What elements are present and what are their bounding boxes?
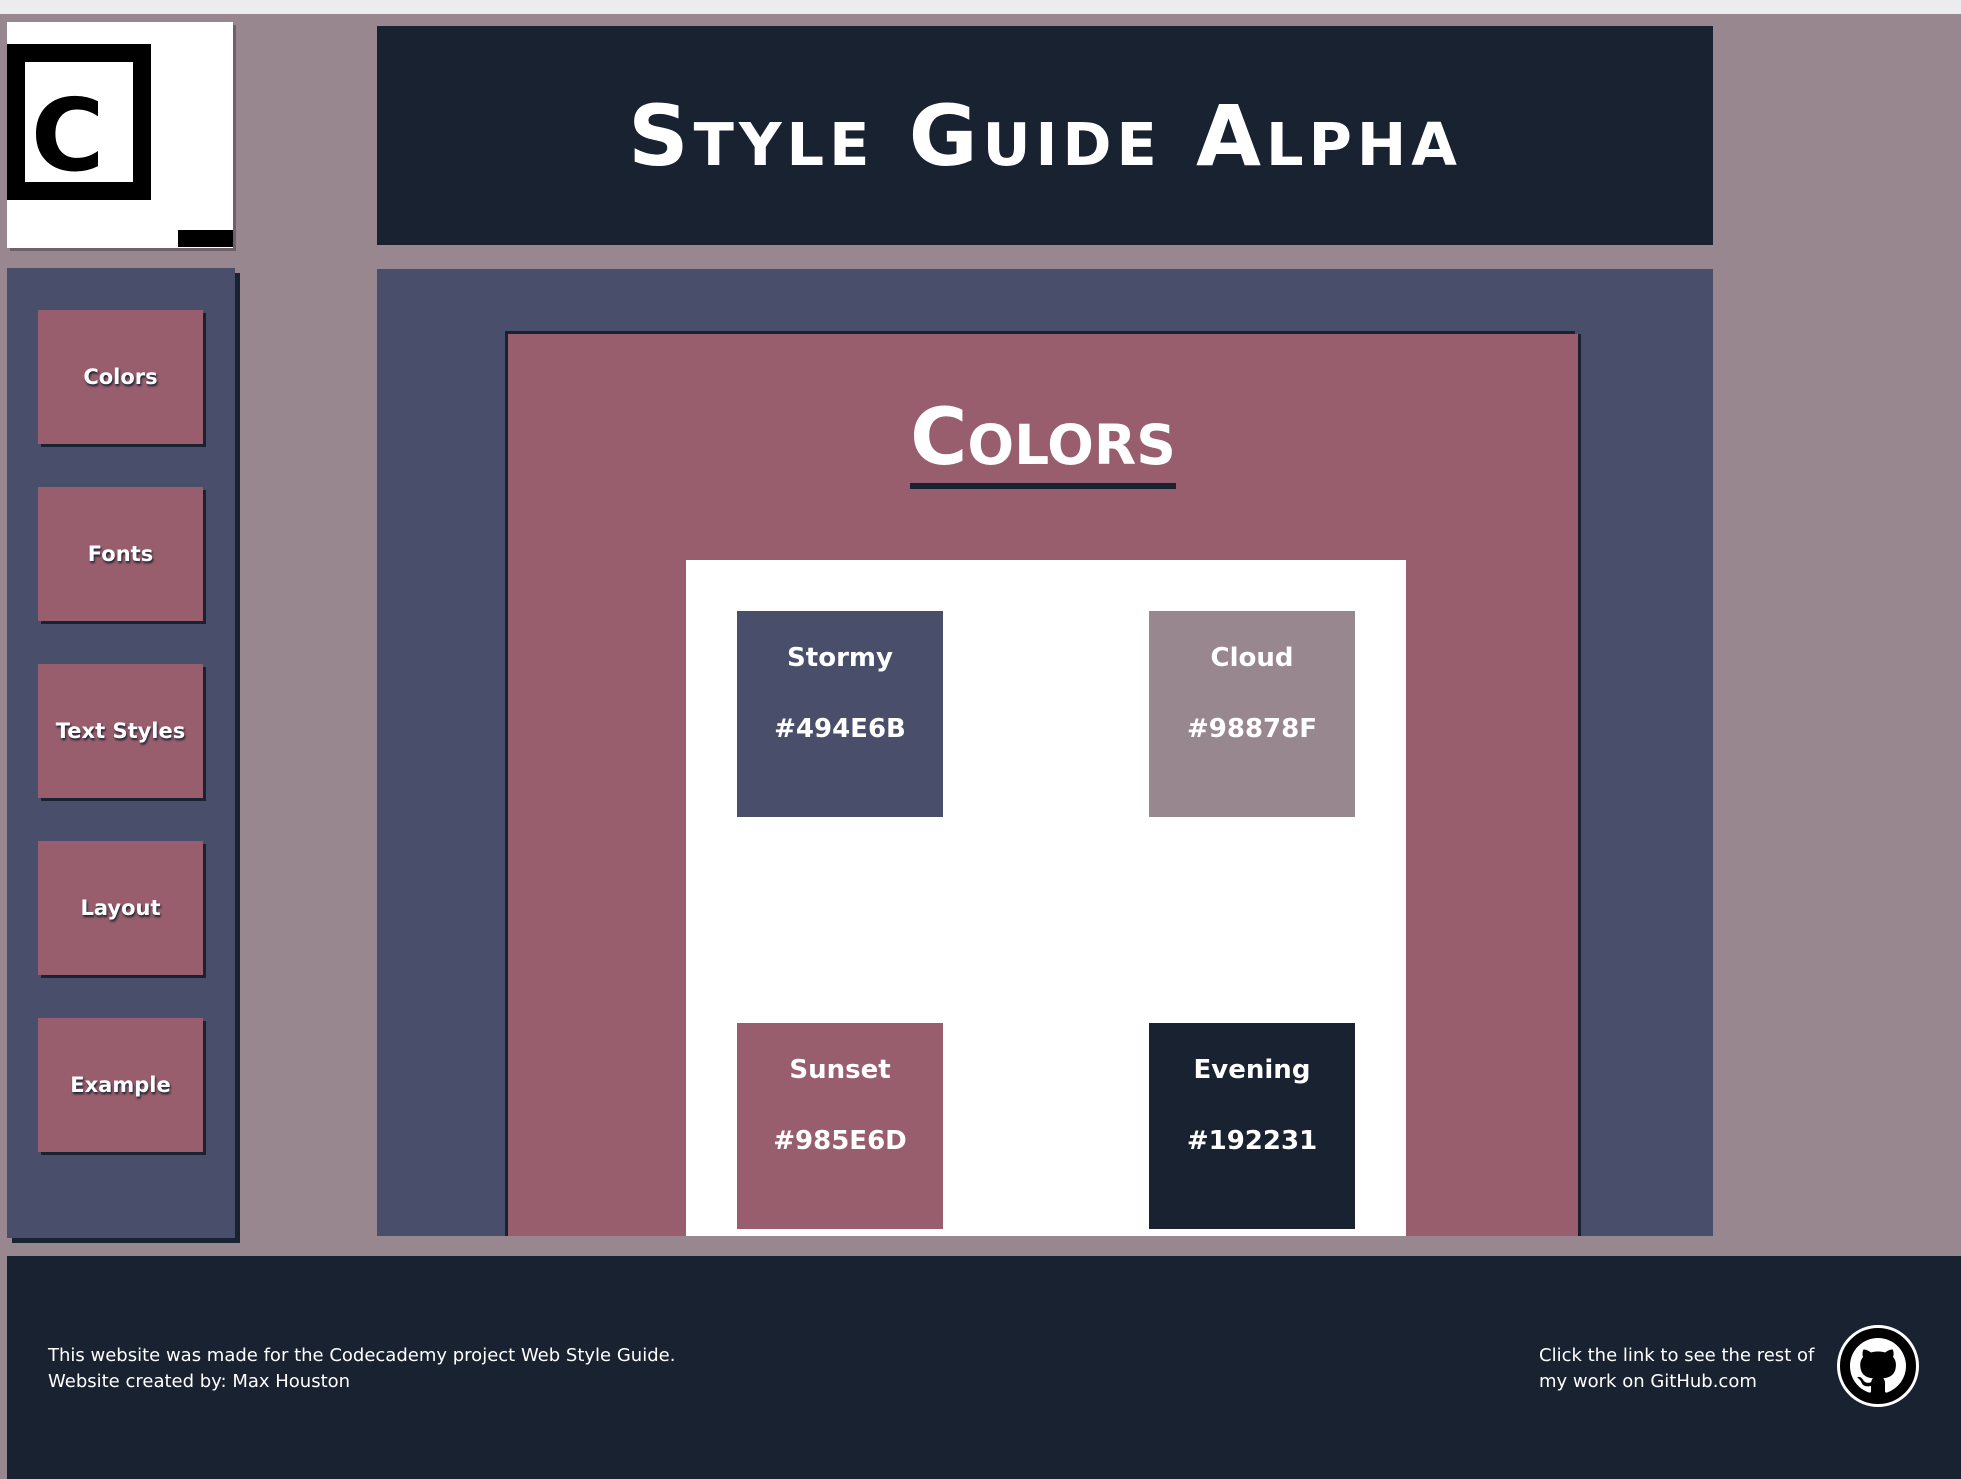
color-swatch-evening[interactable]: Evening #192231 bbox=[1149, 1023, 1355, 1229]
swatch-hex: #192231 bbox=[1186, 1126, 1318, 1156]
footer-credits: This website was made for the Codecademy… bbox=[48, 1343, 675, 1395]
nav-button-colors[interactable]: Colors bbox=[38, 310, 203, 444]
swatch-name: Stormy bbox=[787, 643, 893, 673]
swatch-name: Evening bbox=[1193, 1055, 1311, 1085]
swatch-hex: #985E6D bbox=[773, 1126, 907, 1156]
github-link[interactable] bbox=[1837, 1325, 1919, 1407]
page-title: Style Guide Alpha bbox=[628, 86, 1462, 185]
sidebar-nav: Colors Fonts Text Styles Layout Example bbox=[7, 268, 235, 1238]
color-swatch-sunset[interactable]: Sunset #985E6D bbox=[737, 1023, 943, 1229]
page-header: Style Guide Alpha bbox=[377, 26, 1713, 245]
colors-panel: Colors Stormy #494E6B Cloud #98878F Suns… bbox=[508, 334, 1578, 1236]
github-icon bbox=[1850, 1338, 1906, 1393]
site-logo[interactable]: C bbox=[7, 22, 233, 248]
logo-letter: C bbox=[31, 77, 105, 194]
swatch-hex: #98878F bbox=[1187, 714, 1317, 744]
swatch-grid: Stormy #494E6B Cloud #98878F Sunset #985… bbox=[686, 560, 1406, 1236]
swatch-name: Cloud bbox=[1210, 643, 1294, 673]
color-swatch-cloud[interactable]: Cloud #98878F bbox=[1149, 611, 1355, 817]
nav-button-text-styles[interactable]: Text Styles bbox=[38, 664, 203, 798]
nav-button-fonts[interactable]: Fonts bbox=[38, 487, 203, 621]
browser-top-strip bbox=[0, 0, 1961, 14]
nav-button-layout[interactable]: Layout bbox=[38, 841, 203, 975]
footer-project-note: This website was made for the Codecademy… bbox=[48, 1345, 676, 1366]
page-footer: This website was made for the Codecademy… bbox=[7, 1256, 1961, 1479]
nav-button-example[interactable]: Example bbox=[38, 1018, 203, 1152]
logo-underscore bbox=[178, 230, 233, 247]
color-swatch-stormy[interactable]: Stormy #494E6B bbox=[737, 611, 943, 817]
footer-github-text: Click the link to see the rest of my wor… bbox=[1539, 1345, 1815, 1392]
main-content: Colors Stormy #494E6B Cloud #98878F Suns… bbox=[377, 269, 1713, 1236]
footer-author: Website created by: Max Houston bbox=[48, 1371, 351, 1392]
swatch-hex: #494E6B bbox=[774, 714, 906, 744]
swatch-name: Sunset bbox=[789, 1055, 891, 1085]
section-heading: Colors bbox=[508, 393, 1578, 489]
section-heading-text: Colors bbox=[910, 393, 1176, 489]
